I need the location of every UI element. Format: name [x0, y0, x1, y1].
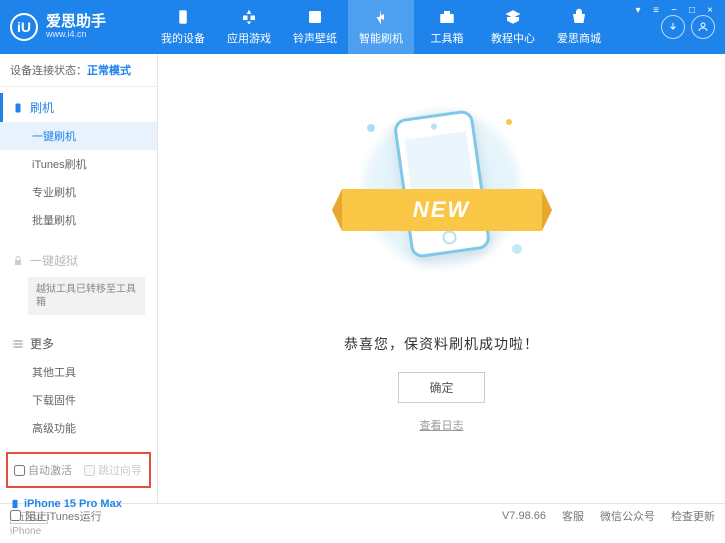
options-highlight-box: 自动激活 跳过向导	[6, 452, 151, 488]
connection-status: 设备连接状态：正常模式	[0, 54, 157, 87]
list-icon	[12, 338, 24, 350]
status-mode: 正常模式	[87, 65, 131, 77]
nav-label: 应用游戏	[227, 30, 271, 46]
checkbox-label: 阻止iTunes运行	[25, 508, 102, 524]
nav-tutorial[interactable]: 教程中心	[480, 0, 546, 54]
nav-label: 爱思商城	[557, 30, 601, 46]
checkbox-label: 自动激活	[28, 462, 72, 478]
main-nav: 我的设备 应用游戏 铃声壁纸 智能刷机 工具箱 教程中心 爱思商城	[150, 0, 661, 54]
nav-store[interactable]: 爱思商城	[546, 0, 612, 54]
section-label: 一键越狱	[30, 252, 78, 269]
sidebar-item-other-tools[interactable]: 其他工具	[0, 358, 157, 386]
device-type: iPhone	[10, 526, 147, 537]
close-button[interactable]: ×	[703, 4, 717, 16]
sidebar-item-pro-flash[interactable]: 专业刷机	[0, 178, 157, 206]
checkbox-label: 跳过向导	[98, 462, 142, 478]
support-link[interactable]: 客服	[562, 508, 584, 524]
sidebar-section-jailbreak: 一键越狱	[0, 246, 157, 275]
minimize-button[interactable]: −	[667, 4, 681, 16]
menu-button[interactable]: ▾	[631, 4, 645, 16]
auto-activate-checkbox[interactable]: 自动激活	[14, 462, 72, 478]
sidebar-item-download-firmware[interactable]: 下载固件	[0, 386, 157, 414]
block-itunes-input[interactable]	[10, 510, 21, 521]
sidebar-jailbreak-note: 越狱工具已转移至工具箱	[28, 277, 145, 315]
view-log-link[interactable]: 查看日志	[420, 417, 464, 433]
nav-toolbox[interactable]: 工具箱	[414, 0, 480, 54]
ringtone-icon	[305, 8, 325, 26]
auto-activate-input[interactable]	[14, 465, 25, 476]
app-title: 爱思助手	[46, 14, 106, 31]
ok-button[interactable]: 确定	[398, 372, 484, 403]
sidebar-section-more[interactable]: 更多	[0, 329, 157, 358]
user-button[interactable]	[691, 15, 715, 39]
phone-icon	[12, 102, 24, 114]
nav-label: 我的设备	[161, 30, 205, 46]
sidebar: 设备连接状态：正常模式 刷机 一键刷机 iTunes刷机 专业刷机 批量刷机 一…	[0, 54, 158, 503]
nav-apps[interactable]: 应用游戏	[216, 0, 282, 54]
block-itunes-checkbox[interactable]: 阻止iTunes运行	[10, 508, 102, 524]
download-button[interactable]	[661, 15, 685, 39]
sidebar-item-advanced[interactable]: 高级功能	[0, 414, 157, 442]
nav-label: 铃声壁纸	[293, 30, 337, 46]
logo-icon: iU	[10, 13, 38, 41]
status-prefix: 设备连接状态：	[10, 65, 87, 77]
flash-icon	[371, 8, 391, 26]
section-label: 更多	[30, 335, 54, 352]
sidebar-section-flash[interactable]: 刷机	[0, 93, 157, 122]
lock-icon	[12, 255, 24, 267]
main-content: NEW 恭喜您，保资料刷机成功啦！ 确定 查看日志	[158, 54, 725, 503]
app-header: iU 爱思助手 www.i4.cn 我的设备 应用游戏 铃声壁纸 智能刷机 工具…	[0, 0, 725, 54]
wechat-link[interactable]: 微信公众号	[600, 508, 655, 524]
tutorial-icon	[503, 8, 523, 26]
app-url: www.i4.cn	[46, 30, 106, 40]
nav-label: 工具箱	[431, 30, 464, 46]
toolbox-icon	[437, 8, 457, 26]
nav-ringtone[interactable]: 铃声壁纸	[282, 0, 348, 54]
maximize-button[interactable]: □	[685, 4, 699, 16]
nav-label: 智能刷机	[359, 30, 403, 46]
success-illustration: NEW	[352, 94, 532, 294]
nav-my-device[interactable]: 我的设备	[150, 0, 216, 54]
skip-guide-input	[84, 465, 95, 476]
settings-button[interactable]: ≡	[649, 4, 663, 16]
check-update-link[interactable]: 检查更新	[671, 508, 715, 524]
sidebar-item-itunes-flash[interactable]: iTunes刷机	[0, 150, 157, 178]
skip-guide-checkbox[interactable]: 跳过向导	[84, 462, 142, 478]
sidebar-item-batch-flash[interactable]: 批量刷机	[0, 206, 157, 234]
section-label: 刷机	[30, 99, 54, 116]
apps-icon	[239, 8, 259, 26]
new-banner: NEW	[342, 189, 542, 231]
version-label: V7.98.66	[502, 510, 546, 522]
device-icon	[173, 8, 193, 26]
nav-smart-flash[interactable]: 智能刷机	[348, 0, 414, 54]
logo-area: iU 爱思助手 www.i4.cn	[10, 13, 150, 41]
success-message: 恭喜您，保资料刷机成功啦！	[344, 334, 539, 354]
sidebar-item-oneclick-flash[interactable]: 一键刷机	[0, 122, 157, 150]
nav-label: 教程中心	[491, 30, 535, 46]
store-icon	[569, 8, 589, 26]
